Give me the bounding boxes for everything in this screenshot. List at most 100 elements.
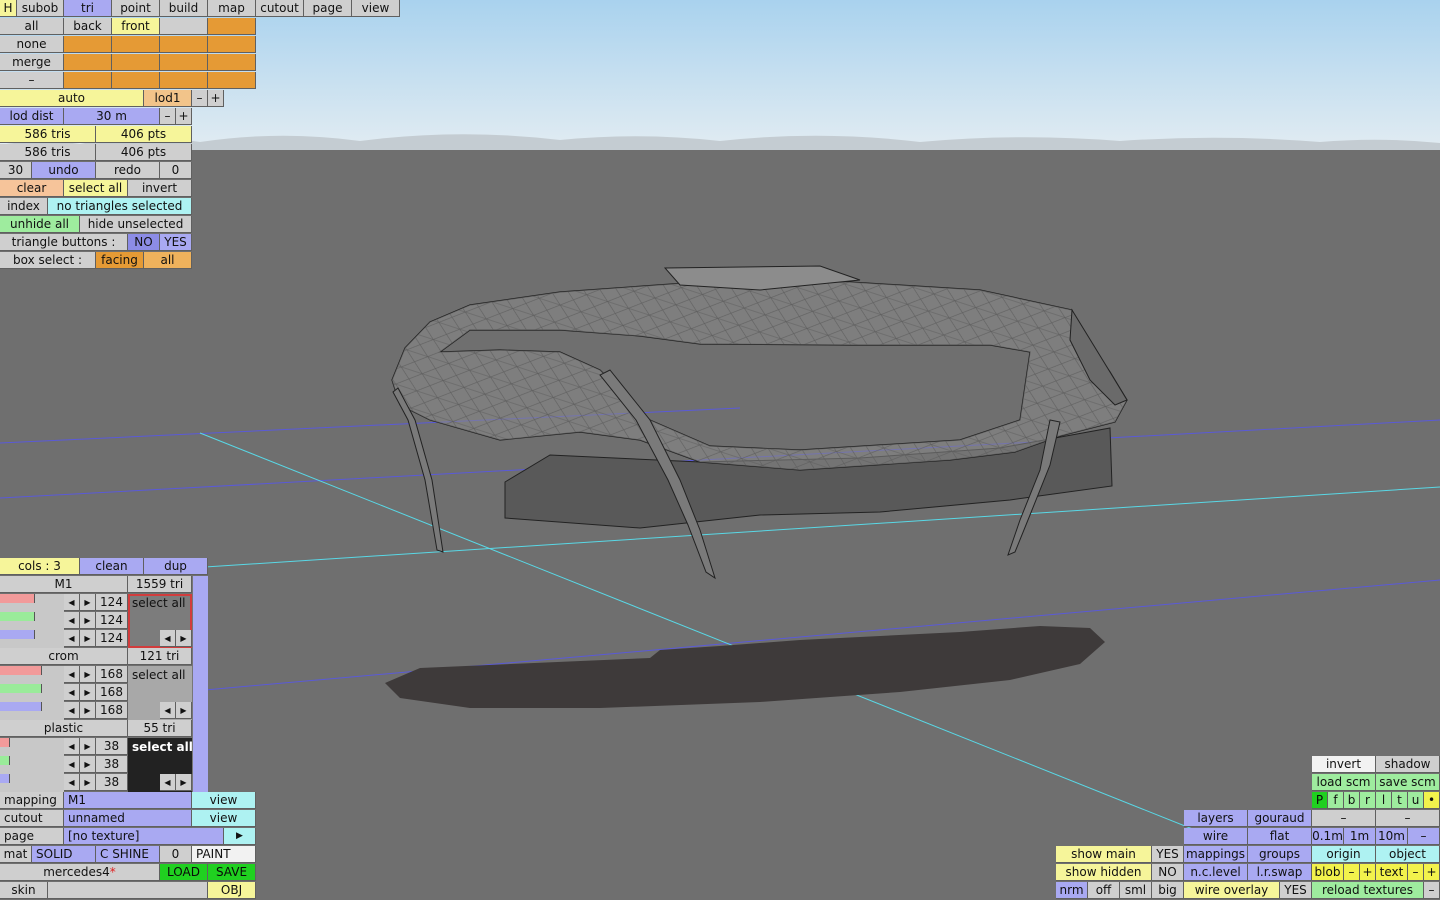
- tab-point[interactable]: point: [112, 0, 160, 17]
- arrow-left-icon[interactable]: ◀: [64, 666, 80, 683]
- tab-h[interactable]: H: [0, 0, 17, 17]
- skin-value[interactable]: [48, 882, 208, 899]
- cutout-view-button[interactable]: view: [192, 810, 256, 827]
- triangle-buttons-yes[interactable]: YES: [160, 234, 192, 251]
- tab-cutout[interactable]: cutout: [256, 0, 304, 17]
- mapping-value[interactable]: M1: [64, 792, 192, 809]
- blue-slider[interactable]: [0, 630, 36, 639]
- group-slot[interactable]: [160, 54, 208, 71]
- object-button[interactable]: object: [1376, 846, 1440, 863]
- mapping-view-button[interactable]: view: [192, 792, 256, 809]
- tab-subob[interactable]: subob: [17, 0, 64, 17]
- mappings-button[interactable]: mappings: [1184, 846, 1248, 863]
- solid-button[interactable]: SOLID: [32, 846, 96, 863]
- big-button[interactable]: big: [1152, 882, 1184, 899]
- shine-button[interactable]: C SHINE: [96, 846, 160, 863]
- blue-slider[interactable]: [0, 774, 10, 783]
- text-button[interactable]: text: [1376, 864, 1408, 881]
- tab-page[interactable]: page: [304, 0, 352, 17]
- clear-button[interactable]: clear: [0, 180, 64, 197]
- green-slider[interactable]: [0, 684, 43, 693]
- flag-p[interactable]: P: [1312, 792, 1328, 809]
- group-slot[interactable]: [112, 72, 160, 89]
- lod-dist-plus-button[interactable]: +: [176, 108, 192, 125]
- redo-button[interactable]: redo: [96, 162, 160, 179]
- flag-t[interactable]: t: [1392, 792, 1408, 809]
- wire-overlay-label[interactable]: wire overlay: [1184, 882, 1280, 899]
- tab-tri[interactable]: tri: [64, 0, 112, 17]
- arrow-right-icon[interactable]: ▶: [80, 774, 96, 791]
- box-select-all[interactable]: all: [144, 252, 192, 269]
- group-slot[interactable]: [208, 54, 256, 71]
- group-slot[interactable]: [64, 36, 112, 53]
- play-icon[interactable]: ▶: [224, 828, 256, 845]
- red-slider[interactable]: [0, 666, 43, 675]
- blob-minus-button[interactable]: –: [1344, 864, 1360, 881]
- save-scm-button[interactable]: save scm: [1376, 774, 1440, 791]
- save-button[interactable]: SAVE: [208, 864, 256, 881]
- arrow-right-icon[interactable]: ▶: [80, 594, 96, 611]
- load-button[interactable]: LOAD: [160, 864, 208, 881]
- arrow-right-icon[interactable]: ▶: [80, 738, 96, 755]
- invert-selection-button[interactable]: invert: [128, 180, 192, 197]
- view-slot-empty[interactable]: [160, 18, 208, 35]
- blue-slider[interactable]: [0, 702, 43, 711]
- skin-button[interactable]: skin: [0, 882, 48, 899]
- show-hidden-label[interactable]: show hidden: [1056, 864, 1152, 881]
- show-main-value[interactable]: YES: [1152, 846, 1184, 863]
- layers-button[interactable]: layers: [1184, 810, 1248, 827]
- lod-auto-button[interactable]: auto: [0, 90, 144, 107]
- 3d-viewport[interactable]: [0, 0, 1440, 900]
- lod-plus-button[interactable]: +: [208, 90, 224, 107]
- arrow-left-icon[interactable]: ◀: [64, 630, 80, 647]
- flag-u[interactable]: u: [1408, 792, 1424, 809]
- text-plus-button[interactable]: +: [1424, 864, 1440, 881]
- show-hidden-value[interactable]: NO: [1152, 864, 1184, 881]
- view-front-button[interactable]: front: [112, 18, 160, 35]
- group-slot[interactable]: [112, 54, 160, 71]
- arrow-right-icon[interactable]: ▶: [80, 702, 96, 719]
- shadow-button[interactable]: shadow: [1376, 756, 1440, 773]
- arrow-right-icon[interactable]: ▶: [80, 612, 96, 629]
- off-button[interactable]: off: [1088, 882, 1120, 899]
- material-name[interactable]: plastic: [0, 720, 128, 737]
- subob-dash-button[interactable]: –: [0, 72, 64, 89]
- arrow-right-icon[interactable]: ▶: [80, 756, 96, 773]
- dash-button[interactable]: –: [1312, 810, 1376, 827]
- group-slot[interactable]: [64, 72, 112, 89]
- lod-minus-button[interactable]: –: [192, 90, 208, 107]
- subob-merge-button[interactable]: merge: [0, 54, 64, 71]
- show-main-label[interactable]: show main: [1056, 846, 1152, 863]
- unhide-all-button[interactable]: unhide all: [0, 216, 80, 233]
- material-clean-button[interactable]: clean: [80, 558, 144, 575]
- arrow-left-icon[interactable]: ◀: [64, 684, 80, 701]
- triangle-buttons-no[interactable]: NO: [128, 234, 160, 251]
- arrow-right-icon[interactable]: ▶: [176, 702, 192, 719]
- arrow-left-icon[interactable]: ◀: [64, 612, 80, 629]
- materials-scrollbar[interactable]: [192, 576, 208, 792]
- arrow-left-icon[interactable]: ◀: [160, 702, 176, 719]
- load-scm-button[interactable]: load scm: [1312, 774, 1376, 791]
- filename[interactable]: mercedes4*: [0, 864, 160, 881]
- invert-button[interactable]: invert: [1312, 756, 1376, 773]
- group-slot[interactable]: [208, 36, 256, 53]
- hide-unselected-button[interactable]: hide unselected: [80, 216, 192, 233]
- material-cols[interactable]: cols : 3: [0, 558, 80, 575]
- green-slider[interactable]: [0, 756, 10, 765]
- box-select-facing[interactable]: facing: [96, 252, 144, 269]
- arrow-left-icon[interactable]: ◀: [160, 774, 176, 791]
- tab-view[interactable]: view: [352, 0, 400, 17]
- arrow-left-icon[interactable]: ◀: [160, 630, 176, 647]
- tab-build[interactable]: build: [160, 0, 208, 17]
- reload-dash-button[interactable]: –: [1424, 882, 1440, 899]
- subob-none-button[interactable]: none: [0, 36, 64, 53]
- lod-level-button[interactable]: lod1: [144, 90, 192, 107]
- red-slider[interactable]: [0, 594, 36, 603]
- text-minus-button[interactable]: –: [1408, 864, 1424, 881]
- flag-b[interactable]: b: [1344, 792, 1360, 809]
- arrow-left-icon[interactable]: ◀: [64, 738, 80, 755]
- material-name[interactable]: crom: [0, 648, 128, 665]
- gouraud-button[interactable]: gouraud: [1248, 810, 1312, 827]
- cutout-value[interactable]: unnamed: [64, 810, 192, 827]
- groups-button[interactable]: groups: [1248, 846, 1312, 863]
